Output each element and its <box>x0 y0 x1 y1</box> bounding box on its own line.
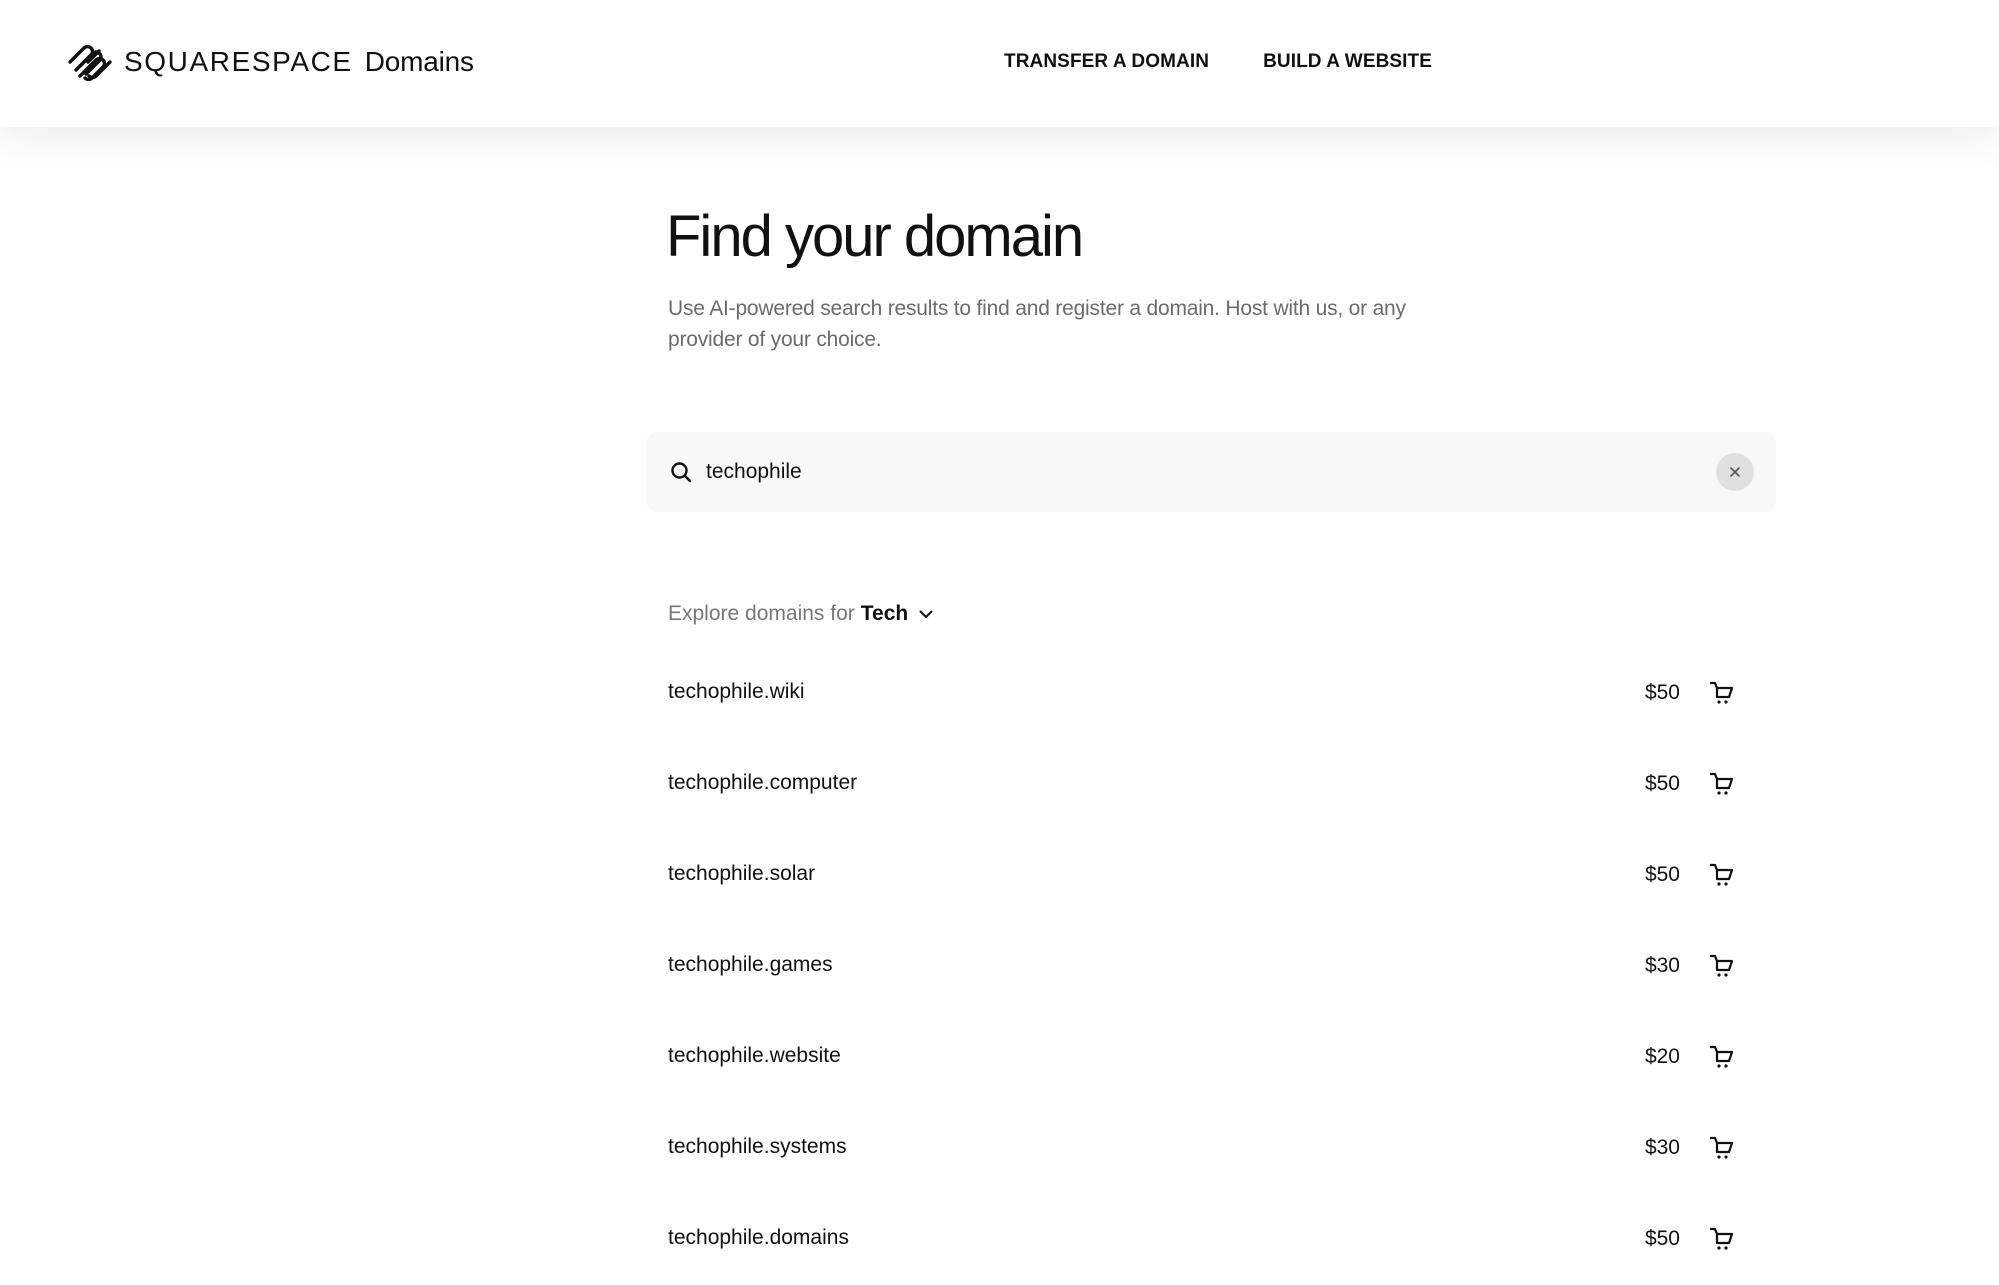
category-dropdown[interactable]: Tech <box>861 600 908 628</box>
cart-icon <box>1709 772 1734 795</box>
site-header: SQUARESPACE Domains TRANSFER A DOMAIN BU… <box>0 0 1999 127</box>
cart-icon <box>1709 1227 1734 1250</box>
domain-price: $50 <box>1644 681 1680 704</box>
domain-result-row: techophile.systems $30 <box>646 1102 1776 1193</box>
nav-build-website[interactable]: BUILD A WEBSITE <box>1263 50 1432 74</box>
squarespace-logo-icon <box>68 44 112 82</box>
nav-transfer-domain[interactable]: TRANSFER A DOMAIN <box>1004 50 1209 74</box>
cart-icon <box>1709 954 1734 977</box>
domain-result-row: techophile.website $20 <box>646 1011 1776 1102</box>
domain-name[interactable]: techophile.solar <box>668 860 815 888</box>
domain-name[interactable]: techophile.computer <box>668 769 857 797</box>
domain-result-row: techophile.computer $50 <box>646 738 1776 829</box>
top-nav: TRANSFER A DOMAIN BUILD A WEBSITE <box>1004 50 1432 74</box>
domain-result-row: techophile.wiki $50 <box>646 647 1776 738</box>
domain-price: $50 <box>1644 772 1680 795</box>
cart-icon <box>1709 863 1734 886</box>
explore-category: Explore domains for Tech <box>668 600 934 628</box>
domain-price: $30 <box>1644 1136 1680 1159</box>
add-to-cart-button[interactable] <box>1708 952 1736 980</box>
domain-price: $50 <box>1644 1227 1680 1250</box>
cart-icon <box>1709 681 1734 704</box>
add-to-cart-button[interactable] <box>1708 679 1736 707</box>
domain-name[interactable]: techophile.website <box>668 1042 841 1070</box>
add-to-cart-button[interactable] <box>1708 1134 1736 1162</box>
domain-results-list: techophile.wiki $50 techophile.computer … <box>646 647 1776 1284</box>
page-subtitle: Use AI-powered search results to find an… <box>668 297 1406 351</box>
domain-result-row: techophile.domains $50 <box>646 1193 1776 1284</box>
domain-result-row: techophile.games $30 <box>646 920 1776 1011</box>
domain-name[interactable]: techophile.domains <box>668 1224 849 1252</box>
chevron-down-icon[interactable] <box>918 606 934 622</box>
domain-search-input[interactable] <box>706 452 1686 492</box>
close-icon <box>1730 467 1740 477</box>
domain-result-row: techophile.solar $50 <box>646 829 1776 920</box>
page-title: Find your domain <box>666 204 1084 269</box>
domain-price: $30 <box>1644 954 1680 977</box>
clear-search-button[interactable] <box>1716 453 1754 491</box>
add-to-cart-button[interactable] <box>1708 861 1736 889</box>
domain-name[interactable]: techophile.games <box>668 951 833 979</box>
cart-icon <box>1709 1045 1734 1068</box>
domain-name[interactable]: techophile.systems <box>668 1133 847 1161</box>
add-to-cart-button[interactable] <box>1708 1043 1736 1071</box>
add-to-cart-button[interactable] <box>1708 770 1736 798</box>
product-name: Domains <box>364 46 474 77</box>
domain-search-bar <box>646 432 1776 512</box>
brand-name: SQUARESPACE <box>124 46 353 77</box>
search-icon <box>671 462 692 483</box>
explore-label: Explore domains for <box>668 602 855 625</box>
domain-name[interactable]: techophile.wiki <box>668 678 805 706</box>
domain-price: $50 <box>1644 863 1680 886</box>
cart-icon <box>1709 1136 1734 1159</box>
add-to-cart-button[interactable] <box>1708 1225 1736 1253</box>
main-content: Find your domain Use AI-powered search r… <box>0 127 1999 1285</box>
brand-logo[interactable]: SQUARESPACE Domains <box>66 40 474 84</box>
domain-price: $20 <box>1644 1045 1680 1068</box>
